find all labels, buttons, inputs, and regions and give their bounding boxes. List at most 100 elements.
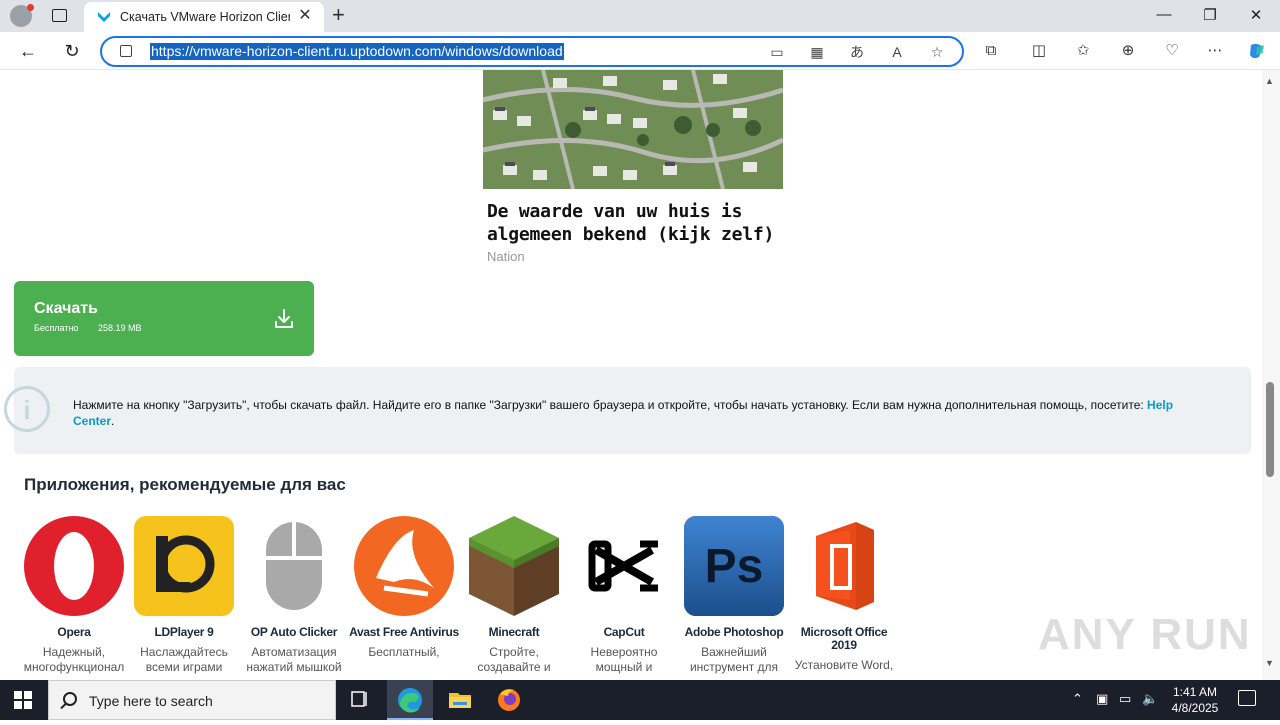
volume-icon[interactable]: 🔈 — [1142, 691, 1158, 707]
lock-icon[interactable] — [120, 45, 132, 57]
help-text: Нажмите на кнопку "Загрузить", чтобы ска… — [73, 397, 1203, 429]
address-bar[interactable]: https://vmware-horizon-client.ru.uptodow… — [100, 36, 964, 67]
app-name: CapCut — [603, 625, 645, 639]
app-name: Minecraft — [488, 625, 540, 639]
app-name: LDPlayer 9 — [154, 625, 214, 639]
app-card-op-auto-clicker[interactable]: OP Auto Clicker Автоматизация нажатий мы… — [239, 516, 349, 675]
app-available-icon[interactable]: ▭ — [768, 43, 786, 61]
app-card-capcut[interactable]: CapCut Невероятно мощный и — [569, 516, 679, 675]
app-card-ms-office[interactable]: Microsoft Office 2019 Установите Word, — [789, 516, 899, 673]
app-desc-line1: Автоматизация — [251, 645, 337, 659]
app-desc-line2: всеми играми — [145, 660, 223, 674]
minimize-icon[interactable]: — — [1154, 6, 1174, 23]
new-tab-icon[interactable]: + — [332, 4, 345, 26]
download-size: 258.19 MB — [98, 323, 142, 333]
app-desc-line2: многофункционал — [23, 660, 125, 674]
svg-text:Ps: Ps — [705, 540, 764, 593]
search-placeholder: Type here to search — [89, 693, 213, 709]
app-desc-line1: Невероятно — [590, 645, 658, 659]
notifications-icon[interactable] — [1238, 690, 1256, 706]
collections-icon[interactable]: ⊕ — [1118, 41, 1138, 61]
app-name: Adobe Photoshop — [684, 625, 784, 639]
photoshop-icon: Ps — [684, 516, 784, 616]
ad-source[interactable]: Nation — [487, 249, 525, 264]
app-card-minecraft[interactable]: Minecraft Стройте, создавайте и — [459, 516, 569, 675]
read-aloud-icon[interactable]: A — [888, 43, 906, 61]
download-icon — [275, 309, 293, 328]
app-desc-line1: Стройте, — [489, 645, 539, 659]
download-button[interactable]: Скачать Бесплатно 258.19 MB — [14, 281, 314, 356]
info-icon — [4, 386, 50, 432]
app-name: Microsoft Office 2019 — [800, 625, 888, 652]
app-card-opera[interactable]: Opera Надежный, многофункционал — [19, 516, 129, 675]
app-desc-line1: Наслаждайтесь — [140, 645, 228, 659]
scroll-thumb[interactable] — [1266, 382, 1274, 477]
profile-avatar-icon[interactable] — [10, 4, 34, 27]
avast-icon — [354, 516, 454, 616]
tab-bar: Скачать VMware Horizon Client ✕ + — ❐ ✕ — [0, 0, 1280, 32]
taskbar-clock[interactable]: 1:41 AM 4/8/2025 — [1163, 684, 1227, 716]
taskbar-search-box[interactable]: Type here to search — [48, 680, 336, 720]
tab-title: Скачать VMware Horizon Client — [120, 10, 290, 24]
app-desc-line2: мощный и — [595, 660, 653, 674]
app-desc-line2: создавайте и — [477, 660, 551, 674]
opera-icon — [24, 516, 124, 616]
page-content: De waarde van uw huis is algemeen bekend… — [0, 70, 1262, 680]
tray-device-icon[interactable]: ▣ — [1096, 691, 1108, 707]
app-desc-line2: нажатий мышкой — [246, 660, 342, 674]
recommended-apps-title: Приложения, рекомендуемые для вас — [24, 475, 346, 494]
windows-start-icon[interactable] — [14, 691, 32, 709]
search-icon — [63, 692, 77, 706]
split-screen-icon[interactable]: ◫ — [1029, 41, 1049, 61]
office-icon — [794, 516, 894, 616]
favorite-star-icon[interactable]: ☆ — [928, 43, 946, 61]
url-text[interactable]: https://vmware-horizon-client.ru.uptodow… — [150, 43, 564, 60]
file-explorer-icon[interactable] — [437, 680, 483, 720]
ldplayer-icon — [134, 516, 234, 616]
app-desc-line1: Установите Word, — [794, 658, 894, 672]
download-price: Бесплатно — [34, 323, 79, 333]
translate-icon[interactable]: あ — [848, 43, 866, 61]
back-icon[interactable]: ← — [15, 38, 41, 64]
app-name: Avast Free Antivirus — [349, 625, 459, 639]
tab-close-icon[interactable]: ✕ — [296, 7, 314, 25]
minecraft-icon — [464, 516, 564, 616]
mouse-icon — [244, 516, 344, 616]
tab-active[interactable]: Скачать VMware Horizon Client ✕ — [84, 2, 324, 32]
taskbar: Type here to search ⌃ ▣ ▭ 🔈 1:41 AM 4/8/… — [0, 680, 1280, 720]
app-name: OP Auto Clicker — [250, 625, 338, 639]
extensions-icon[interactable]: ⧉ — [981, 41, 1001, 61]
capcut-icon — [574, 516, 674, 616]
close-window-icon[interactable]: ✕ — [1246, 6, 1266, 24]
apps-grid-icon[interactable]: ▦ — [808, 43, 826, 61]
scroll-up-icon[interactable]: ▲ — [1265, 76, 1274, 86]
ad-headline[interactable]: De waarde van uw huis is algemeen bekend… — [487, 200, 787, 246]
favorites-icon[interactable]: ✩ — [1073, 41, 1093, 61]
tab-actions-icon[interactable] — [52, 9, 67, 22]
more-menu-icon[interactable]: ⋯ — [1205, 41, 1225, 61]
network-icon[interactable]: ▭ — [1119, 691, 1131, 707]
uptodown-favicon-icon — [98, 12, 110, 22]
page-scrollbar[interactable]: ▲ ▼ — [1262, 70, 1280, 680]
help-text-tail: . — [111, 414, 115, 428]
refresh-icon[interactable]: ↻ — [59, 38, 85, 64]
ad-image[interactable] — [483, 70, 783, 189]
anyrun-watermark: ANY RUN — [1038, 610, 1252, 659]
app-card-ldplayer[interactable]: LDPlayer 9 Наслаждайтесь всеми играми — [129, 516, 239, 675]
scroll-down-icon[interactable]: ▼ — [1265, 658, 1274, 668]
clock-time: 1:41 AM — [1172, 685, 1218, 699]
app-card-avast[interactable]: Avast Free Antivirus Бесплатный, — [349, 516, 459, 660]
download-label: Скачать — [34, 300, 98, 317]
browser-essentials-icon[interactable]: ♡ — [1162, 41, 1182, 61]
copilot-icon[interactable] — [1247, 41, 1267, 61]
app-card-photoshop[interactable]: Ps Adobe Photoshop Важнейший инструмент … — [679, 516, 789, 675]
edge-taskbar-icon[interactable] — [387, 680, 433, 720]
tray-chevron-icon[interactable]: ⌃ — [1072, 691, 1083, 707]
app-desc-line2: инструмент для — [689, 660, 779, 674]
app-desc-line1: Бесплатный, — [368, 645, 440, 659]
task-view-icon[interactable] — [337, 680, 383, 720]
firefox-icon[interactable] — [486, 680, 532, 720]
app-desc-line1: Надежный, — [42, 645, 106, 659]
help-text-body: Нажмите на кнопку "Загрузить", чтобы ска… — [73, 398, 1148, 412]
restore-icon[interactable]: ❐ — [1200, 6, 1220, 24]
